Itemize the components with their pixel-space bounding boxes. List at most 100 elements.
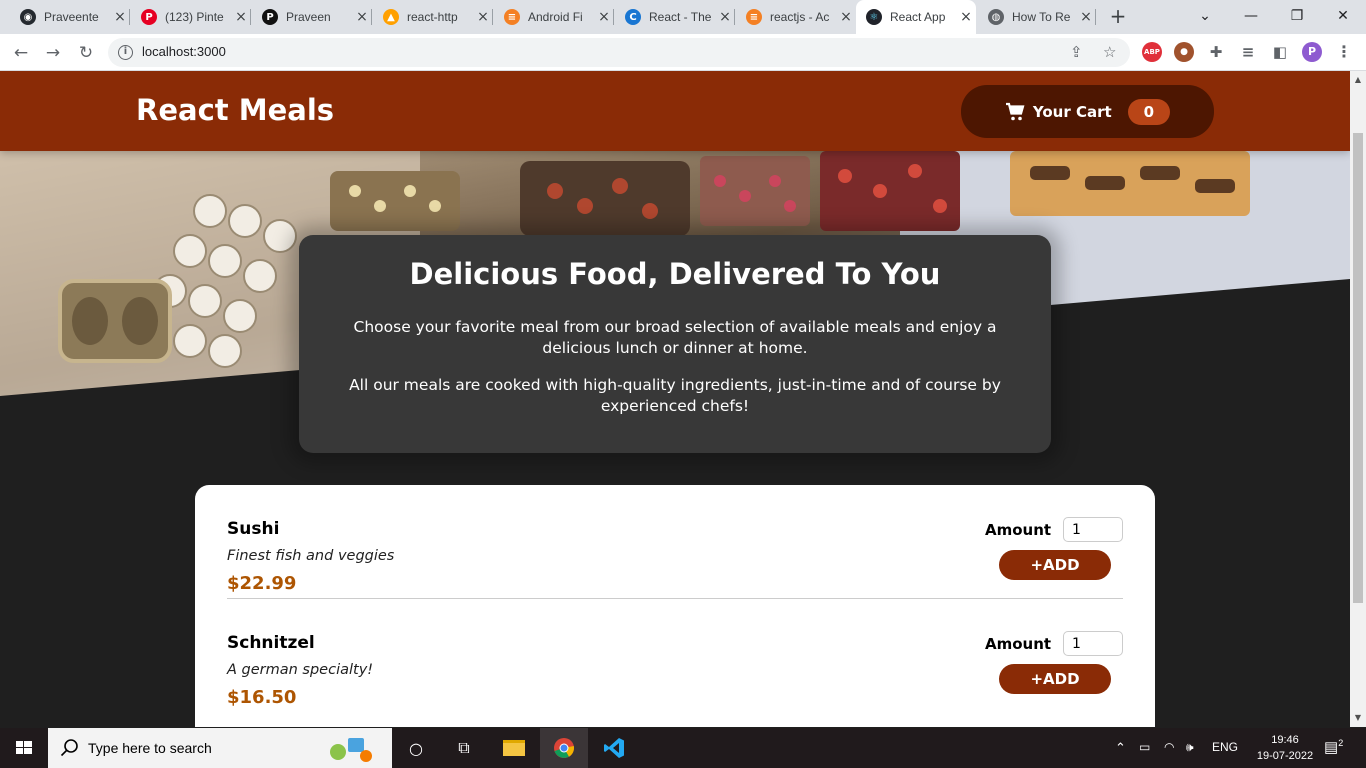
show-hidden-icons-icon[interactable]: ⌃ xyxy=(1115,740,1126,756)
browser-tab-active[interactable]: ⚛ React App × xyxy=(856,0,976,34)
browser-toolbar: ← → ↻ i localhost:3000 ⇪ ☆ ABP ● ✚ ≡ ◧ P… xyxy=(0,34,1366,71)
page-scrollbar[interactable]: ▲ ▼ xyxy=(1350,71,1366,727)
chrome-icon[interactable] xyxy=(540,728,588,768)
scroll-up-arrow-icon[interactable]: ▲ xyxy=(1353,75,1363,84)
meal-item: Schnitzel A german specialty! $16.50 Amo… xyxy=(227,599,1123,713)
browser-tab[interactable]: ◉ Praveente × xyxy=(10,0,130,34)
tab-title: How To Re xyxy=(1012,10,1071,24)
close-tab-icon[interactable]: × xyxy=(110,9,130,25)
browser-tab[interactable]: ≡ reactjs - Ac × xyxy=(736,0,856,34)
site-info-icon[interactable]: i xyxy=(118,45,133,60)
amount-label: Amount xyxy=(985,521,1052,539)
browser-tab[interactable]: P (123) Pinte × xyxy=(131,0,251,34)
minimize-button[interactable]: — xyxy=(1228,0,1274,34)
tab-title: Android Fi xyxy=(528,10,583,24)
volume-icon[interactable]: 🕪 xyxy=(1186,740,1194,755)
wifi-icon[interactable]: ◠ xyxy=(1164,740,1174,754)
close-tab-icon[interactable]: × xyxy=(715,9,735,25)
scroll-down-arrow-icon[interactable]: ▼ xyxy=(1353,713,1363,722)
forward-icon[interactable]: → xyxy=(40,40,66,66)
react-icon: ⚛ xyxy=(866,9,882,25)
meal-price: $22.99 xyxy=(227,573,297,594)
close-tab-icon[interactable]: × xyxy=(956,9,976,25)
file-explorer-icon[interactable] xyxy=(490,728,538,768)
vscode-icon[interactable] xyxy=(590,728,638,768)
profile-avatar[interactable]: P xyxy=(1302,42,1322,62)
bookmark-star-icon[interactable]: ☆ xyxy=(1103,43,1116,61)
share-icon[interactable]: ⇪ xyxy=(1070,43,1083,61)
meal-description: Finest fish and veggies xyxy=(227,548,395,564)
new-tab-button[interactable]: + xyxy=(1106,5,1130,29)
back-icon[interactable]: ← xyxy=(8,40,34,66)
extensions-puzzle-icon[interactable]: ✚ xyxy=(1206,42,1226,62)
tab-title: React - The xyxy=(649,10,712,24)
browser-tab[interactable]: ▲ react-http × xyxy=(373,0,493,34)
browser-tab[interactable]: P Praveen × xyxy=(252,0,372,34)
taskbar-clock[interactable]: 19:46 19-07-2022 xyxy=(1255,732,1315,764)
cart-icon xyxy=(1005,102,1025,120)
cart-button[interactable]: Your Cart 0 xyxy=(961,85,1214,138)
language-indicator[interactable]: ENG xyxy=(1212,740,1238,754)
taskbar-search-box[interactable]: Type here to search xyxy=(48,728,392,768)
stackoverflow-icon: ≡ xyxy=(504,9,520,25)
close-tab-icon[interactable]: × xyxy=(594,9,614,25)
pinterest-icon: P xyxy=(141,9,157,25)
tab-title: reactjs - Ac xyxy=(770,10,830,24)
amount-label: Amount xyxy=(985,635,1052,653)
cookie-icon[interactable]: ● xyxy=(1174,42,1194,62)
meal-item: Sushi Finest fish and veggies $22.99 Amo… xyxy=(227,485,1123,599)
cortana-icon[interactable]: ○ xyxy=(392,728,440,768)
url-text[interactable]: localhost:3000 xyxy=(142,44,226,59)
app-header: React Meals Your Cart 0 xyxy=(0,71,1350,151)
scrollbar-thumb[interactable] xyxy=(1353,133,1363,603)
clock-time: 19:46 xyxy=(1271,734,1299,746)
cart-label: Your Cart xyxy=(1032,102,1112,121)
vscode-logo xyxy=(604,738,624,758)
summary-paragraph: Choose your favorite meal from our broad… xyxy=(353,318,997,357)
tab-title: Praveente xyxy=(44,10,99,24)
windows-logo-icon xyxy=(16,741,32,754)
amount-input[interactable] xyxy=(1063,517,1123,542)
tab-search-chevron-icon[interactable]: ⌄ xyxy=(1182,0,1228,34)
stackoverflow-icon: ≡ xyxy=(746,9,762,25)
more-menu-icon[interactable]: ⋮ xyxy=(1334,42,1354,62)
search-placeholder: Type here to search xyxy=(88,740,212,756)
tab-title: React App xyxy=(890,10,946,24)
browser-tab[interactable]: ◍ How To Re × xyxy=(978,0,1096,34)
side-panel-icon[interactable]: ◧ xyxy=(1270,42,1290,62)
restore-button[interactable]: ❐ xyxy=(1274,0,1320,34)
brand-title: React Meals xyxy=(136,93,335,127)
globe-icon: ◍ xyxy=(988,9,1004,25)
battery-icon[interactable]: ▭ xyxy=(1139,740,1150,754)
browser-tab[interactable]: ≡ Android Fi × xyxy=(494,0,614,34)
summary-paragraph: All our meals are cooked with high-quali… xyxy=(349,376,1001,415)
start-button[interactable] xyxy=(0,728,48,768)
meals-list-card: Sushi Finest fish and veggies $22.99 Amo… xyxy=(195,485,1155,727)
amount-input[interactable] xyxy=(1063,631,1123,656)
reload-icon[interactable]: ↻ xyxy=(73,40,99,66)
close-tab-icon[interactable]: × xyxy=(1076,9,1096,25)
medium-icon: P xyxy=(262,9,278,25)
task-view-icon[interactable]: ⧉ xyxy=(440,728,488,768)
notifications-icon[interactable]: ▤2 xyxy=(1324,738,1343,756)
reading-list-icon[interactable]: ≡ xyxy=(1238,42,1258,62)
close-window-button[interactable]: ✕ xyxy=(1320,0,1366,34)
close-tab-icon[interactable]: × xyxy=(352,9,372,25)
close-tab-icon[interactable]: × xyxy=(836,9,856,25)
adblock-icon[interactable]: ABP xyxy=(1142,42,1162,62)
github-icon: ◉ xyxy=(20,9,36,25)
add-to-cart-button[interactable]: +ADD xyxy=(999,550,1111,580)
add-to-cart-button[interactable]: +ADD xyxy=(999,664,1111,694)
address-bar[interactable]: i localhost:3000 ⇪ ☆ xyxy=(108,38,1130,67)
close-tab-icon[interactable]: × xyxy=(231,9,251,25)
meal-name: Schnitzel xyxy=(227,633,315,653)
search-highlight-icon xyxy=(330,738,372,762)
summary-title: Delicious Food, Delivered To You xyxy=(409,257,941,291)
meal-price: $16.50 xyxy=(227,687,297,708)
browser-tab[interactable]: C React - The × xyxy=(615,0,735,34)
close-tab-icon[interactable]: × xyxy=(473,9,493,25)
meal-description: A german specialty! xyxy=(227,662,374,678)
page-viewport: React Meals Your Cart 0 Delicious Food, … xyxy=(0,71,1350,727)
meal-name: Sushi xyxy=(227,519,280,539)
windows-taskbar: Type here to search ○ ⧉ ⌃ ▭ ◠ 🕪 ENG 19:4… xyxy=(0,728,1366,768)
